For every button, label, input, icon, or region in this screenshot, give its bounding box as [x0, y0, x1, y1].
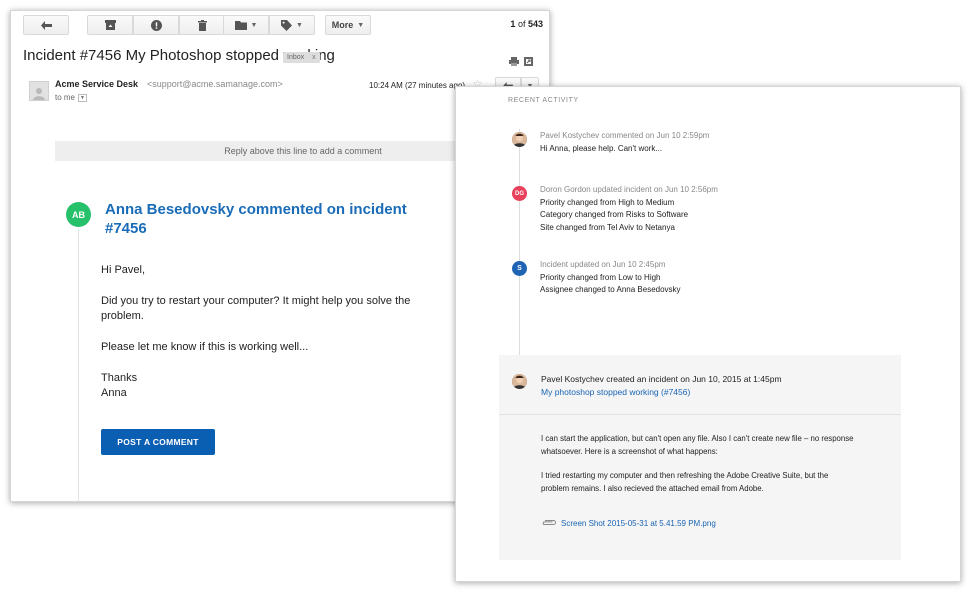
back-arrow-icon	[40, 20, 52, 30]
activity-line: Priority changed from High to Medium	[540, 197, 675, 207]
created-header: Pavel Kostychev created an incident on J…	[541, 373, 782, 398]
activity-panel: RECENT ACTIVITY Pavel Kostychev commente…	[455, 86, 961, 582]
body-paragraph: Please let me know if this is working we…	[101, 341, 309, 353]
recipient-line: to me ▼	[55, 93, 88, 102]
activity-line: Priority changed from Low to High	[540, 272, 661, 282]
archive-button[interactable]	[87, 15, 133, 35]
sender-avatar	[29, 81, 49, 101]
activity-item: Doron Gordon updated incident on Jun 10 …	[540, 184, 718, 234]
person-icon	[33, 88, 45, 100]
chevron-down-icon: ▼	[250, 21, 258, 29]
inbox-label-tag: Inbox x	[283, 52, 320, 63]
show-details-dropdown[interactable]: ▼	[78, 93, 88, 102]
activity-line: Site changed from Tel Aviv to Netanya	[540, 222, 675, 232]
move-to-button[interactable]: ▼	[223, 15, 269, 35]
activity-timeline-line	[519, 129, 520, 357]
recent-activity-title: RECENT ACTIVITY	[508, 97, 579, 104]
back-button[interactable]	[23, 15, 69, 35]
comment-heading[interactable]: Anna Besedovsky commented on incident #7…	[105, 200, 445, 238]
user-avatar	[512, 132, 527, 147]
email-toolbar: ▼ ▼ More ▼ 1 of 543	[11, 11, 549, 41]
to-me-label: to me	[55, 93, 76, 102]
description-paragraph: I tried restarting my computer and then …	[541, 471, 829, 493]
body-signoff: Thanks Anna	[101, 372, 138, 399]
inbox-tag-label: Inbox	[287, 54, 305, 61]
activity-meta: Pavel Kostychev commented on Jun 10 2:59…	[540, 131, 710, 140]
email-timestamp: 10:24 AM (27 minutes ago)	[369, 81, 466, 90]
more-button[interactable]: More ▼	[325, 15, 371, 35]
activity-item: Incident updated on Jun 10 2:45pm Priori…	[540, 259, 681, 297]
attachment-filename: Screen Shot 2015-05-31 at 5.41.59 PM.png	[561, 519, 716, 528]
email-body: Hi Pavel, Did you try to restart your co…	[101, 263, 446, 417]
tag-icon	[281, 19, 293, 31]
attachment-link[interactable]: Screen Shot 2015-05-31 at 5.41.59 PM.png	[541, 519, 716, 528]
folder-icon	[234, 20, 247, 30]
spam-icon	[150, 19, 162, 31]
post-comment-button[interactable]: POST A COMMENT	[101, 429, 215, 455]
trash-icon	[197, 19, 207, 31]
pager: 1 of 543	[510, 19, 543, 29]
activity-line: Category changed from Risks to Software	[540, 210, 689, 219]
user-avatar-initials: DG	[512, 186, 527, 201]
chevron-down-icon: ▼	[296, 21, 303, 29]
more-label: More	[331, 20, 354, 30]
body-paragraph: Hi Pavel,	[101, 264, 146, 276]
pager-of: of	[517, 19, 526, 29]
print-icon[interactable]	[509, 53, 519, 71]
pager-current: 1	[510, 19, 516, 29]
chevron-down-icon: ▼	[357, 21, 365, 29]
body-paragraph: Did you try to restart your computer? It…	[101, 295, 411, 322]
activity-line: Hi Anna, please help. Can't work...	[540, 143, 663, 153]
sender-email: <support@acme.samanage.com>	[147, 79, 283, 89]
activity-line: Assignee changed to Anna Besedovsky	[540, 285, 681, 294]
activity-item: Pavel Kostychev commented on Jun 10 2:59…	[540, 130, 709, 155]
paperclip-icon	[541, 519, 557, 528]
report-spam-button[interactable]	[133, 15, 179, 35]
incident-description: I can start the application, but can't o…	[541, 433, 857, 507]
created-headline: Pavel Kostychev created an incident on J…	[541, 374, 782, 384]
labels-button[interactable]: ▼	[269, 15, 315, 35]
system-avatar-initials: S	[512, 261, 527, 276]
divider	[499, 414, 901, 415]
incident-created-card: Pavel Kostychev created an incident on J…	[499, 355, 901, 560]
thread-line	[78, 229, 79, 501]
person-photo-icon	[512, 132, 527, 147]
person-photo-icon	[512, 374, 527, 389]
commenter-avatar: AB	[66, 202, 91, 227]
archive-icon	[104, 20, 116, 30]
activity-meta: Incident updated on Jun 10 2:45pm	[540, 260, 666, 269]
activity-meta: Doron Gordon updated incident on Jun 10 …	[540, 185, 718, 194]
description-paragraph: I can start the application, but can't o…	[541, 434, 854, 456]
remove-label-button[interactable]: x	[312, 54, 316, 61]
incident-link[interactable]: My photoshop stopped working (#7456)	[541, 386, 782, 399]
new-window-icon[interactable]	[524, 53, 533, 71]
sender-name: Acme Service Desk	[55, 79, 139, 89]
pager-total: 543	[527, 19, 543, 29]
delete-button[interactable]	[179, 15, 225, 35]
user-avatar	[512, 374, 527, 389]
